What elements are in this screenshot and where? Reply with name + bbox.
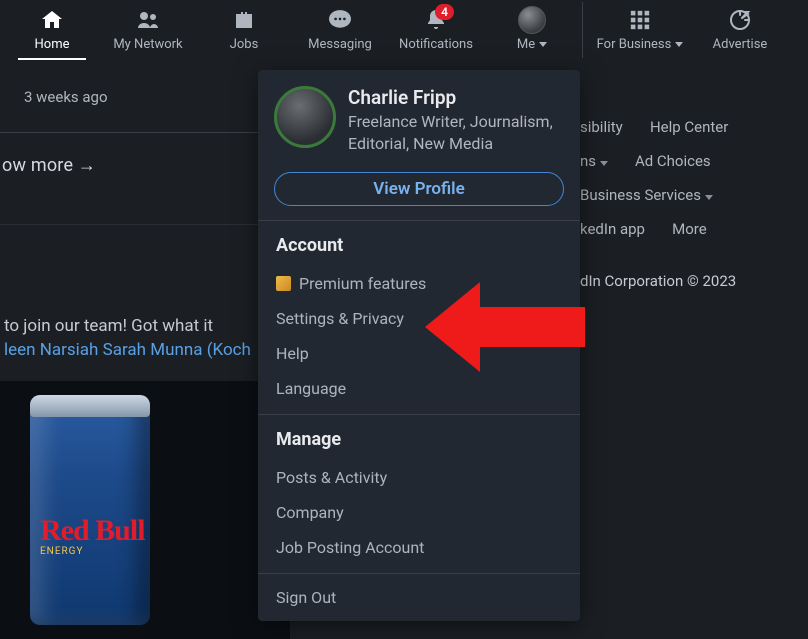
post-text: to join our team! Got what it leen Narsi… bbox=[0, 225, 290, 363]
nav-label: For Business bbox=[597, 37, 684, 52]
footer-link[interactable]: ns bbox=[580, 152, 608, 170]
home-icon bbox=[39, 7, 65, 33]
nav-label: Notifications bbox=[399, 37, 473, 52]
profile-headline: Freelance Writer, Journalism, Editorial,… bbox=[348, 111, 564, 154]
product-can: Red Bull ENERGY bbox=[30, 395, 150, 625]
nav-label: Me bbox=[517, 37, 547, 52]
chevron-down-icon bbox=[675, 42, 683, 47]
nav-divider bbox=[582, 2, 583, 58]
target-icon bbox=[728, 7, 752, 33]
menu-company[interactable]: Company bbox=[276, 495, 562, 530]
account-section: Account Premium features Settings & Priv… bbox=[258, 221, 580, 414]
grid-icon bbox=[629, 7, 651, 33]
footer-link[interactable]: sibility bbox=[580, 118, 623, 136]
me-dropdown: Charlie Fripp Freelance Writer, Journali… bbox=[258, 70, 580, 621]
avatar-icon bbox=[518, 7, 546, 33]
menu-job-posting[interactable]: Job Posting Account bbox=[276, 530, 562, 565]
chat-icon bbox=[326, 7, 354, 33]
menu-sign-out[interactable]: Sign Out bbox=[258, 574, 580, 621]
nav-label: Jobs bbox=[230, 37, 259, 52]
footer-link[interactable]: Business Services bbox=[580, 186, 713, 204]
post-image[interactable]: Red Bull ENERGY bbox=[0, 381, 290, 639]
nav-home[interactable]: Home bbox=[4, 0, 100, 58]
footer-links: sibility Help Center ns Ad Choices Busin… bbox=[580, 110, 736, 290]
menu-language[interactable]: Language bbox=[276, 371, 562, 406]
nav-advertise[interactable]: Advertise bbox=[695, 0, 785, 58]
copyright-text: dIn Corporation © 2023 bbox=[580, 246, 736, 290]
view-profile-button[interactable]: View Profile bbox=[274, 172, 564, 206]
post-line: to join our team! Got what it bbox=[4, 316, 213, 336]
top-nav: Home My Network Jobs Messaging 4 Notific… bbox=[0, 0, 808, 68]
post-mention-link[interactable]: leen Narsiah Sarah Munna (Koch bbox=[4, 340, 251, 360]
profile-name: Charlie Fripp bbox=[348, 86, 564, 109]
nav-label: Messaging bbox=[308, 37, 372, 52]
footer-link[interactable]: More bbox=[672, 220, 707, 238]
can-tagline: ENERGY bbox=[40, 546, 83, 557]
nav-label: Advertise bbox=[713, 37, 768, 52]
chevron-down-icon bbox=[600, 161, 608, 166]
briefcase-icon bbox=[231, 7, 257, 33]
feed-fragment: 3 weeks ago ow more → to join our team! … bbox=[0, 68, 290, 639]
menu-settings-privacy[interactable]: Settings & Privacy bbox=[276, 301, 562, 336]
network-icon bbox=[135, 7, 161, 33]
profile-avatar bbox=[274, 86, 336, 148]
dropdown-header[interactable]: Charlie Fripp Freelance Writer, Journali… bbox=[258, 70, 580, 166]
nav-messaging[interactable]: Messaging bbox=[292, 0, 388, 58]
section-heading: Manage bbox=[276, 429, 562, 450]
nav-notifications[interactable]: 4 Notifications bbox=[388, 0, 484, 58]
nav-jobs[interactable]: Jobs bbox=[196, 0, 292, 58]
premium-icon bbox=[276, 276, 291, 291]
menu-help[interactable]: Help bbox=[276, 336, 562, 371]
notification-badge: 4 bbox=[435, 4, 454, 20]
show-more-button[interactable]: ow more → bbox=[0, 133, 290, 198]
post-timestamp: 3 weeks ago bbox=[0, 68, 290, 106]
footer-link[interactable]: Ad Choices bbox=[635, 152, 711, 170]
footer-link[interactable]: kedIn app bbox=[580, 220, 645, 238]
section-heading: Account bbox=[276, 235, 562, 256]
nav-business[interactable]: For Business bbox=[585, 0, 695, 58]
can-brand: Red Bull bbox=[30, 514, 150, 548]
nav-label: Home bbox=[35, 37, 70, 52]
nav-label: My Network bbox=[113, 37, 182, 52]
nav-network[interactable]: My Network bbox=[100, 0, 196, 58]
manage-section: Manage Posts & Activity Company Job Post… bbox=[258, 415, 580, 573]
footer-link[interactable]: Help Center bbox=[650, 118, 728, 136]
menu-premium[interactable]: Premium features bbox=[276, 266, 562, 301]
nav-me[interactable]: Me bbox=[484, 0, 580, 58]
menu-posts-activity[interactable]: Posts & Activity bbox=[276, 460, 562, 495]
chevron-down-icon bbox=[705, 195, 713, 200]
chevron-down-icon bbox=[539, 42, 547, 47]
